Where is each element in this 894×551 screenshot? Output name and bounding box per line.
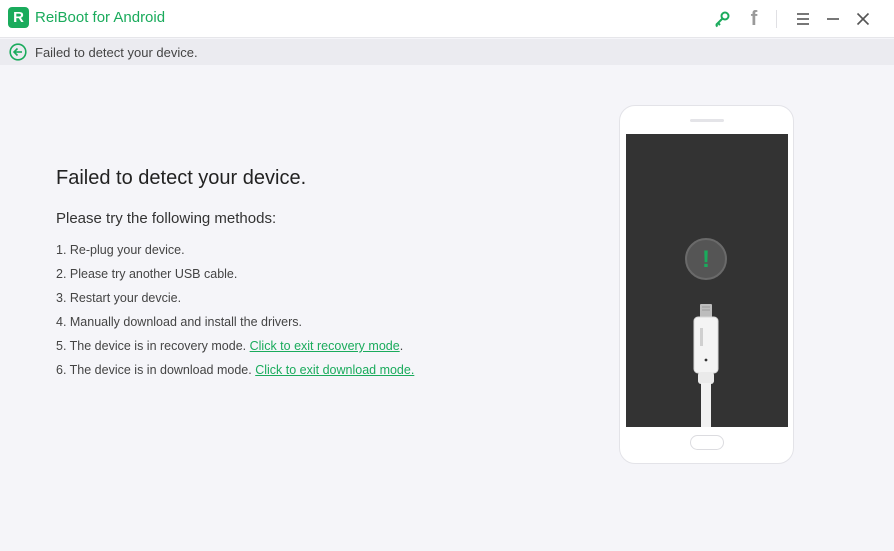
title-bar: R ReiBoot for Android f [0,0,894,38]
method-text: 3. Restart your devcie. [56,291,182,305]
minimize-icon[interactable] [822,8,844,30]
alert-icon: ! [684,237,728,281]
method-text: 6. The device is in download mode. [56,363,256,377]
method-item: 3. Restart your devcie. [56,286,576,310]
app-title: ReiBoot for Android [35,9,166,26]
facebook-icon[interactable]: f [743,8,765,30]
method-item: 5. The device is in recovery mode. Click… [56,334,576,358]
phone-illustration: ! [619,105,794,464]
phone-speaker [690,119,724,122]
back-arrow-icon[interactable] [9,43,27,61]
method-text: 4. Manually download and install the dri… [56,315,302,329]
app-logo: R [8,7,29,28]
method-text: 5. The device is in recovery mode. [56,339,250,353]
method-item: 6. The device is in download mode. Click… [56,358,576,382]
method-item: 2. Please try another USB cable. [56,262,576,286]
method-item: 4. Manually download and install the dri… [56,310,576,334]
key-icon[interactable] [711,8,733,30]
method-text: 1. Re-plug your device. [56,243,185,257]
usb-cable-icon [686,300,726,427]
method-text: 2. Please try another USB cable. [56,267,238,281]
methods-title: Please try the following methods: [56,210,277,227]
methods-list: 1. Re-plug your device. 2. Please try an… [56,238,576,382]
page-title: Failed to detect your device. [56,167,307,189]
phone-screen: ! [626,134,788,427]
instructions-panel: Failed to detect your device. Please try… [56,166,576,382]
facebook-glyph: f [750,8,758,30]
close-icon[interactable] [852,8,874,30]
exit-download-mode-link[interactable]: Click to exit download mode. [255,363,414,377]
phone-home-button [690,435,724,450]
titlebar-divider [776,10,777,28]
method-suffix: . [399,339,404,353]
alert-glyph: ! [702,246,710,273]
menu-icon[interactable] [792,8,814,30]
method-item: 1. Re-plug your device. [56,238,576,262]
subbar-text: Failed to detect your device. [35,45,198,60]
status-subbar: Failed to detect your device. [0,39,894,65]
exit-recovery-mode-link[interactable]: Click to exit recovery mode [250,339,400,353]
